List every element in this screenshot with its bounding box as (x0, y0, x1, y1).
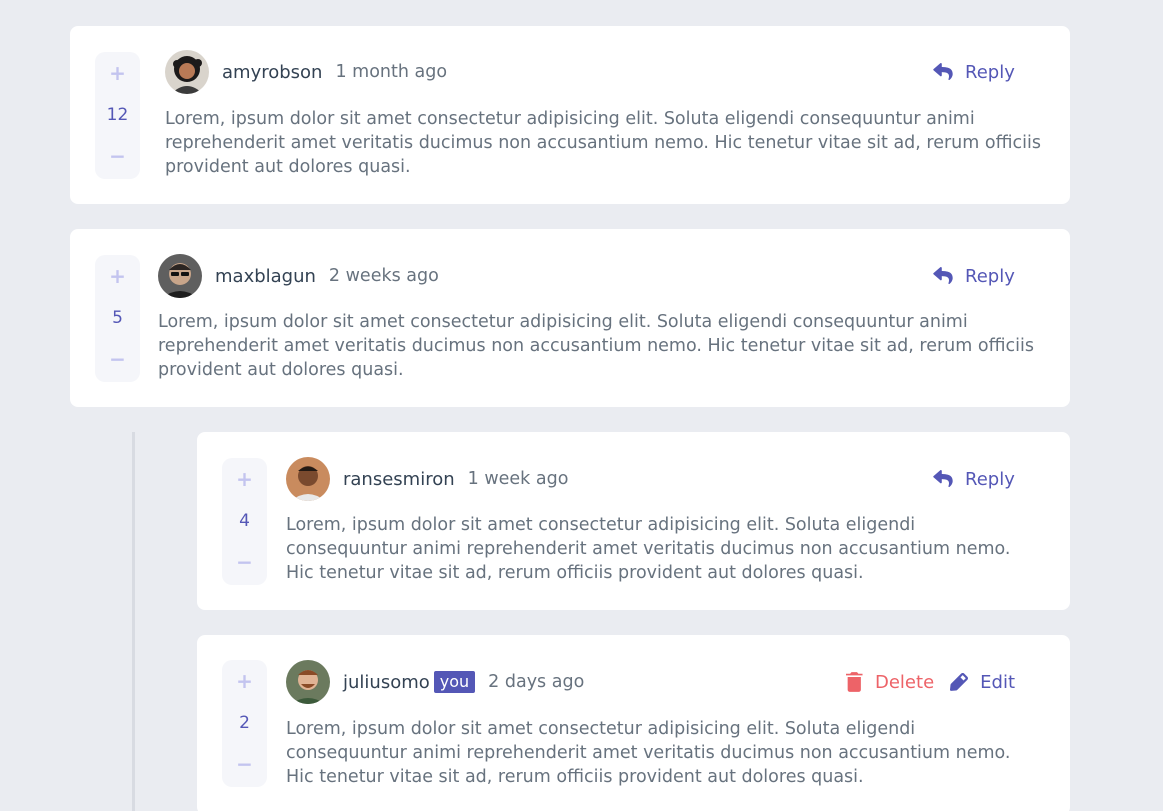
comment-header: maxblagun 2 weeks ago (158, 254, 439, 298)
comment-card: + 12 − amyrobson 1 month ago Reply Lorem… (70, 26, 1070, 204)
comment-text: Lorem, ipsum dolor sit amet consectetur … (158, 312, 1034, 380)
reply-thread-line (132, 432, 135, 811)
comments-page: + 12 − amyrobson 1 month ago Reply Lorem… (0, 0, 1163, 811)
score-count: 4 (239, 510, 250, 531)
reply-arrow-icon (933, 470, 953, 487)
comment-card: + 5 − maxblagun 2 weeks ago Reply Lorem,… (70, 229, 1070, 407)
comment-text: Lorem, ipsum dolor sit amet consectetur … (286, 515, 1011, 583)
avatar (286, 457, 330, 501)
comment-header: juliusomo you 2 days ago (286, 660, 584, 704)
vote-widget: + 4 − (222, 458, 267, 585)
comment-actions: Reply (933, 464, 1015, 494)
downvote-button[interactable]: − (109, 349, 126, 369)
vote-widget: + 5 − (95, 255, 140, 382)
delete-button[interactable]: Delete (846, 672, 934, 693)
downvote-button[interactable]: − (236, 754, 253, 774)
reply-label: Reply (965, 61, 1015, 83)
reply-card: + 4 − ransesmiron 1 week ago Reply Lorem (197, 432, 1070, 610)
you-badge: you (433, 671, 476, 693)
edit-button[interactable]: Edit (950, 672, 1015, 693)
username[interactable]: juliusomo (343, 672, 430, 693)
reply-label: Reply (965, 468, 1015, 490)
downvote-button[interactable]: − (236, 552, 253, 572)
reply-label: Reply (965, 265, 1015, 287)
trash-icon (846, 672, 863, 692)
upvote-button[interactable]: + (109, 63, 126, 83)
score-count: 5 (112, 307, 123, 328)
reply-card: + 2 − juliusomo you 2 days ago Delete Ed… (197, 635, 1070, 811)
comment-text: Lorem, ipsum dolor sit amet consectetur … (286, 719, 1011, 787)
comment-header: ransesmiron 1 week ago (286, 457, 568, 501)
vote-widget: + 2 − (222, 660, 267, 787)
edit-label: Edit (980, 671, 1016, 693)
reply-button[interactable]: Reply (933, 62, 1015, 83)
score-count: 2 (239, 712, 250, 733)
reply-arrow-icon (933, 63, 953, 80)
upvote-button[interactable]: + (236, 469, 253, 489)
comment-actions: Reply (933, 261, 1015, 291)
timestamp: 1 month ago (335, 62, 448, 82)
timestamp: 2 weeks ago (328, 266, 439, 286)
reply-button[interactable]: Reply (933, 266, 1015, 287)
reply-button[interactable]: Reply (933, 469, 1015, 490)
pencil-icon (950, 673, 969, 691)
reply-arrow-icon (933, 267, 953, 284)
downvote-button[interactable]: − (109, 146, 126, 166)
username[interactable]: maxblagun (215, 266, 316, 287)
avatar (165, 50, 209, 94)
timestamp: 2 days ago (488, 672, 585, 692)
username[interactable]: amyrobson (222, 62, 322, 83)
vote-widget: + 12 − (95, 52, 140, 179)
comment-actions: Delete Edit (846, 667, 1015, 697)
upvote-button[interactable]: + (236, 671, 253, 691)
comment-header: amyrobson 1 month ago (165, 50, 447, 94)
comment-actions: Reply (933, 57, 1015, 87)
comment-text: Lorem, ipsum dolor sit amet consectetur … (165, 109, 1041, 177)
score-count: 12 (106, 104, 129, 125)
upvote-button[interactable]: + (109, 266, 126, 286)
avatar (286, 660, 330, 704)
delete-label: Delete (875, 671, 935, 693)
avatar (158, 254, 202, 298)
username[interactable]: ransesmiron (343, 469, 455, 490)
timestamp: 1 week ago (467, 469, 569, 489)
